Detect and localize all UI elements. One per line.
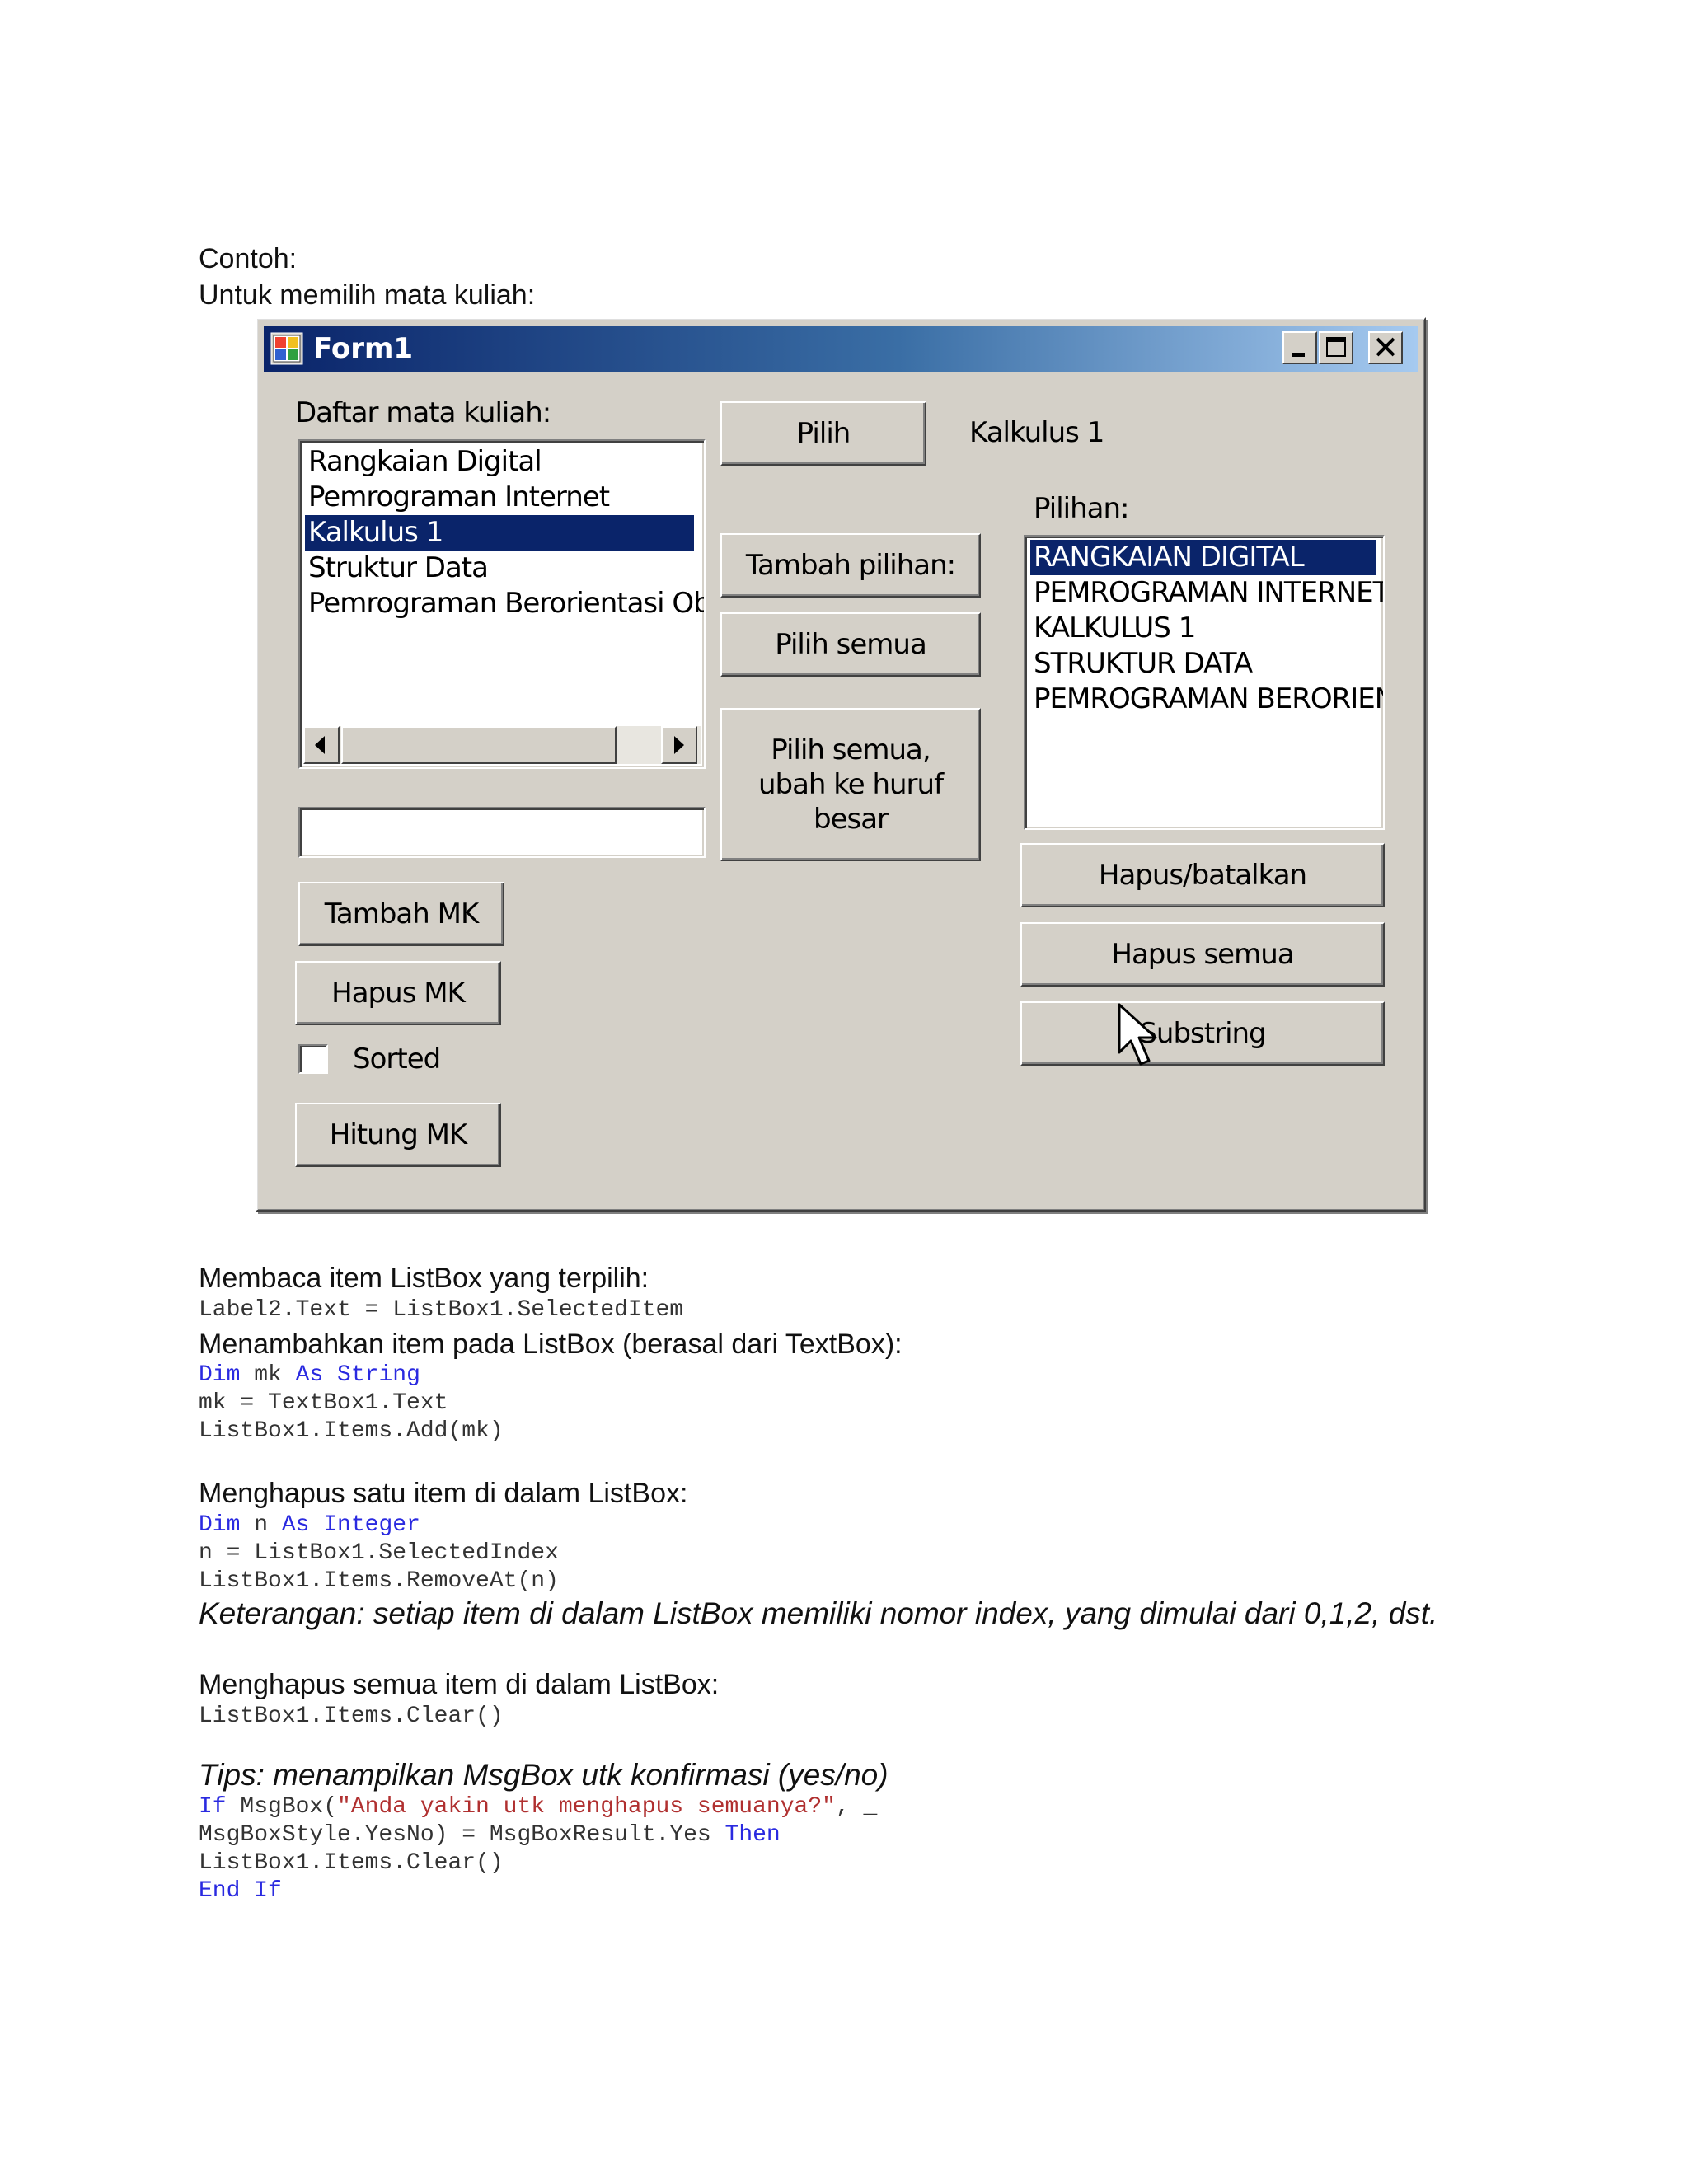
mouse-pointer-icon [1118,1003,1157,1066]
list-item[interactable]: STRUKTUR DATA [1030,646,1253,682]
hitung-mk-button[interactable]: Hitung MK [295,1103,501,1167]
add-code-line-2: mk = TextBox1.Text [199,1390,448,1416]
list-item-selected[interactable]: Kalkulus 1 [305,515,694,551]
pilih-semua-uppercase-button[interactable]: Pilih semua, ubah ke huruf besar [720,708,981,861]
substring-button[interactable]: Substring [1020,1001,1385,1066]
close-icon [1376,337,1395,357]
sorted-checkbox-label[interactable]: Sorted [353,1043,441,1076]
course-listbox[interactable]: Rangkaian Digital Pemrograman Internet K… [298,439,706,769]
pilih-semua-button[interactable]: Pilih semua [720,612,981,677]
form-app-icon [270,332,303,365]
hapus-batalkan-button[interactable]: Hapus/batalkan [1020,843,1385,907]
title-bar[interactable]: Form1 [264,326,1418,372]
arrow-left-icon [315,736,325,754]
clear-heading: Menghapus semua item di dalam ListBox: [199,1669,720,1700]
course-textbox[interactable] [298,807,706,858]
window-title: Form1 [313,332,414,365]
minimize-icon [1292,353,1305,357]
remove-code-line-3: ListBox1.Items.RemoveAt(n) [199,1568,559,1594]
clear-code: ListBox1.Items.Clear() [199,1704,504,1729]
tips-heading: Tips: menampilkan MsgBox utk konfirmasi … [199,1758,889,1792]
intro-label: Contoh: [199,243,298,274]
minimize-button[interactable] [1282,331,1317,364]
sorted-checkbox[interactable] [298,1044,328,1074]
index-note: Keterangan: setiap item di dalam ListBox… [199,1596,1438,1630]
course-list-label: Daftar mata kuliah: [295,396,551,429]
tips-code-line-2: MsgBoxStyle.YesNo) = MsgBoxResult.Yes Th… [199,1822,781,1848]
maximize-button[interactable] [1319,331,1353,364]
scroll-left-button[interactable] [303,726,340,764]
list-item[interactable]: KALKULUS 1 [1030,611,1196,646]
add-code-line-1: Dim mk As String [199,1362,420,1388]
arrow-right-icon [674,736,684,754]
list-item[interactable]: Pemrograman Berorientasi Obj [305,586,704,621]
list-item-selected[interactable]: RANGKAIAN DIGITAL [1030,540,1376,575]
remove-code-line-2: n = ListBox1.SelectedIndex [199,1540,559,1566]
list-item[interactable]: Pemrograman Internet [305,480,610,515]
tips-code-line-1: If MsgBox("Anda yakin utk menghapus semu… [199,1794,878,1820]
list-item[interactable]: PEMROGRAMAN INTERNET [1030,575,1383,611]
list-item[interactable]: PEMROGRAMAN BERORIENTASI OBJEK [1030,682,1383,717]
remove-heading: Menghapus satu item di dalam ListBox: [199,1478,688,1509]
scroll-right-button[interactable] [661,726,697,764]
intro-sentence: Untuk memilih mata kuliah: [199,279,536,311]
selected-course-label: Kalkulus 1 [969,416,1104,449]
pilihan-label: Pilihan: [1034,492,1129,525]
hapus-semua-button[interactable]: Hapus semua [1020,922,1385,987]
remove-code-line-1: Dim n As Integer [199,1512,420,1538]
list-item[interactable]: Rangkaian Digital [305,444,542,480]
hapus-mk-button[interactable]: Hapus MK [295,961,501,1025]
tips-code-line-3: ListBox1.Items.Clear() [199,1850,504,1876]
add-code-line-3: ListBox1.Items.Add(mk) [199,1418,504,1444]
tambah-pilihan-button[interactable]: Tambah pilihan: [720,533,981,598]
add-heading: Menambahkan item pada ListBox (berasal d… [199,1329,903,1360]
read-code: Label2.Text = ListBox1.SelectedItem [199,1297,684,1323]
close-button[interactable] [1368,331,1403,364]
list-item[interactable]: Struktur Data [305,551,489,586]
scroll-thumb[interactable] [341,726,617,764]
form1-window: Form1 Daftar mata kuliah: Rangkaian Digi… [256,317,1426,1212]
pilihan-listbox[interactable]: RANGKAIAN DIGITAL PEMROGRAMAN INTERNET K… [1024,535,1385,830]
maximize-icon [1326,337,1346,357]
tambah-mk-button[interactable]: Tambah MK [298,882,504,946]
pilih-button[interactable]: Pilih [720,401,926,466]
horizontal-scrollbar[interactable] [303,726,701,764]
tips-code-line-4: End If [199,1878,282,1904]
read-heading: Membaca item ListBox yang terpilih: [199,1263,649,1294]
